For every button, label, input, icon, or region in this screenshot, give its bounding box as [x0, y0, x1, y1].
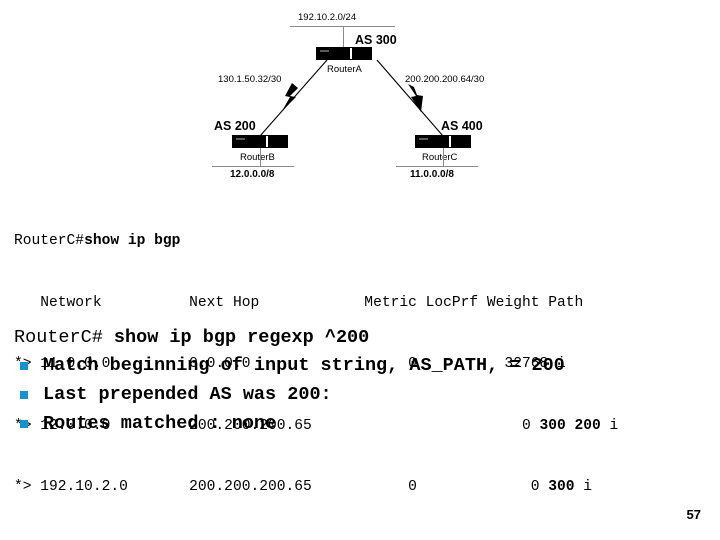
list-item-label: Match beginning of input string, AS_PATH… [43, 355, 565, 376]
router-c-label: RouterC [422, 152, 458, 163]
bgp-row-path: 300 [548, 479, 575, 495]
bgp-row-fields: *> 192.10.2.0 200.200.200.65 0 0 [14, 479, 549, 495]
stub-left-label: 12.0.0.0/8 [230, 169, 275, 180]
link-line-a-c [376, 59, 444, 137]
list-item: Last prepended AS was 200: [14, 380, 714, 409]
router-b-icon [232, 135, 288, 148]
bgp-topology-diagram: 192.10.2.0/24 AS 300 RouterA 130.1.50.32… [200, 2, 520, 187]
table-row: *> 192.10.2.0 200.200.200.65 0 0 300 i [14, 477, 714, 498]
left-link-label: 130.1.50.32/30 [218, 74, 282, 85]
list-item-label: Routes matched : none [43, 413, 277, 434]
regexp-section: RouterC# show ip bgp regexp ^200 Match b… [14, 325, 714, 438]
stub-right-label: 11.0.0.0/8 [410, 169, 454, 180]
bgp-table-header: Network Next Hop Metric LocPrf Weight Pa… [14, 294, 584, 311]
router-c-drop [443, 148, 444, 166]
square-bullet-icon [20, 390, 28, 399]
terminal-command: show ip bgp [84, 233, 181, 249]
router-a-icon [316, 47, 372, 60]
square-bullet-icon [20, 361, 28, 370]
top-network-drop [343, 26, 344, 48]
router-b-label: RouterB [240, 152, 275, 163]
top-network-label: 192.10.2.0/24 [298, 12, 357, 23]
router-c-icon [415, 135, 471, 148]
stub-right-segment [396, 166, 478, 167]
lightning-bolt-left [282, 83, 298, 111]
stub-left-segment [212, 166, 294, 167]
regexp-command: show ip bgp regexp ^200 [113, 327, 370, 348]
page-number: 57 [686, 507, 701, 522]
right-link-label: 200.200.200.64/30 [405, 74, 485, 85]
as-200-label: AS 200 [214, 119, 256, 133]
list-item: Routes matched : none [14, 409, 714, 438]
list-item: Match beginning of input string, AS_PATH… [14, 351, 714, 380]
terminal-command-line: RouterC#show ip bgp [14, 231, 714, 252]
router-a-label: RouterA [327, 64, 362, 75]
terminal-prompt: RouterC# [14, 233, 85, 249]
list-item-label: Last prepended AS was 200: [43, 384, 332, 405]
regexp-prompt: RouterC# [14, 327, 114, 348]
square-bullet-icon [20, 419, 28, 428]
router-b-drop [260, 148, 261, 166]
as-400-label: AS 400 [441, 119, 483, 133]
as-300-label: AS 300 [355, 33, 397, 47]
regexp-command-line: RouterC# show ip bgp regexp ^200 [14, 325, 714, 351]
bgp-row-origin: i [574, 479, 593, 495]
slide-page: 192.10.2.0/24 AS 300 RouterA 130.1.50.32… [0, 0, 720, 540]
